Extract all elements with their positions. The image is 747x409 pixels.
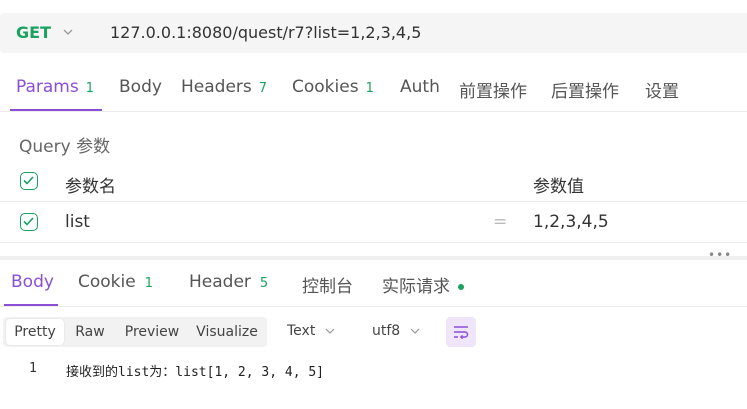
tab-headers[interactable]: Headers 7	[181, 77, 267, 97]
panel-resize-handle[interactable]	[0, 256, 747, 260]
response-tabs: Body Cookie 1 Header 5 控制台 实际请求	[0, 262, 747, 307]
check-icon	[23, 217, 34, 226]
preview-button[interactable]: Preview	[119, 317, 185, 347]
status-dot-icon	[458, 284, 464, 290]
format-toggle-group: Pretty Raw Preview Visualize	[3, 317, 267, 347]
param-value-input[interactable]: 1,2,3,4,5	[533, 212, 609, 232]
chevron-down-icon	[410, 328, 420, 334]
active-tab-indicator	[4, 304, 58, 306]
tab-settings[interactable]: 设置	[645, 77, 679, 102]
response-body-line: 接收到的list为：list[1, 2, 3, 4, 5]	[66, 365, 325, 380]
param-name-input[interactable]: list	[65, 212, 90, 232]
tab-params[interactable]: Params 1	[16, 77, 94, 97]
tab-actual-request[interactable]: 实际请求	[382, 272, 464, 297]
pretty-button[interactable]: Pretty	[6, 319, 64, 345]
url-bar: GET 127.0.0.1:8080/quest/r7?list=1,2,3,4…	[0, 13, 747, 53]
param-row-checkbox[interactable]	[20, 213, 38, 231]
select-all-checkbox[interactable]	[20, 172, 38, 190]
tab-pre-operations[interactable]: 前置操作	[459, 77, 527, 102]
tab-auth[interactable]: Auth	[400, 77, 440, 97]
chevron-down-icon	[325, 328, 335, 334]
equals-sign: =	[493, 212, 508, 232]
content-type-select[interactable]: Text	[287, 323, 335, 339]
row-divider	[0, 242, 747, 243]
word-wrap-button[interactable]	[446, 317, 476, 347]
row-divider	[0, 201, 747, 202]
method-select[interactable]: GET	[16, 23, 51, 42]
raw-button[interactable]: Raw	[69, 317, 111, 347]
query-params-title: Query 参数	[19, 137, 111, 157]
param-value-header: 参数值	[533, 177, 584, 197]
wrap-lines-icon	[454, 326, 469, 339]
tab-response-cookie[interactable]: Cookie 1	[78, 272, 153, 292]
line-number: 1	[29, 361, 37, 376]
tab-response-body[interactable]: Body	[11, 272, 54, 292]
check-icon	[23, 176, 34, 185]
url-input[interactable]: 127.0.0.1:8080/quest/r7?list=1,2,3,4,5	[110, 23, 421, 42]
tab-response-header[interactable]: Header 5	[189, 272, 268, 292]
tab-console[interactable]: 控制台	[302, 272, 353, 297]
encoding-select[interactable]: utf8	[372, 323, 420, 339]
param-name-header: 参数名	[65, 177, 116, 197]
request-tabs: Params 1 Body Headers 7 Cookies 1 Auth 前置操作…	[0, 64, 747, 112]
tab-cookies[interactable]: Cookies 1	[292, 77, 374, 97]
chevron-down-icon[interactable]	[62, 26, 74, 38]
tab-body[interactable]: Body	[119, 77, 162, 97]
active-tab-indicator	[10, 109, 102, 111]
tab-post-operations[interactable]: 后置操作	[551, 77, 619, 102]
visualize-button[interactable]: Visualize	[192, 317, 262, 347]
